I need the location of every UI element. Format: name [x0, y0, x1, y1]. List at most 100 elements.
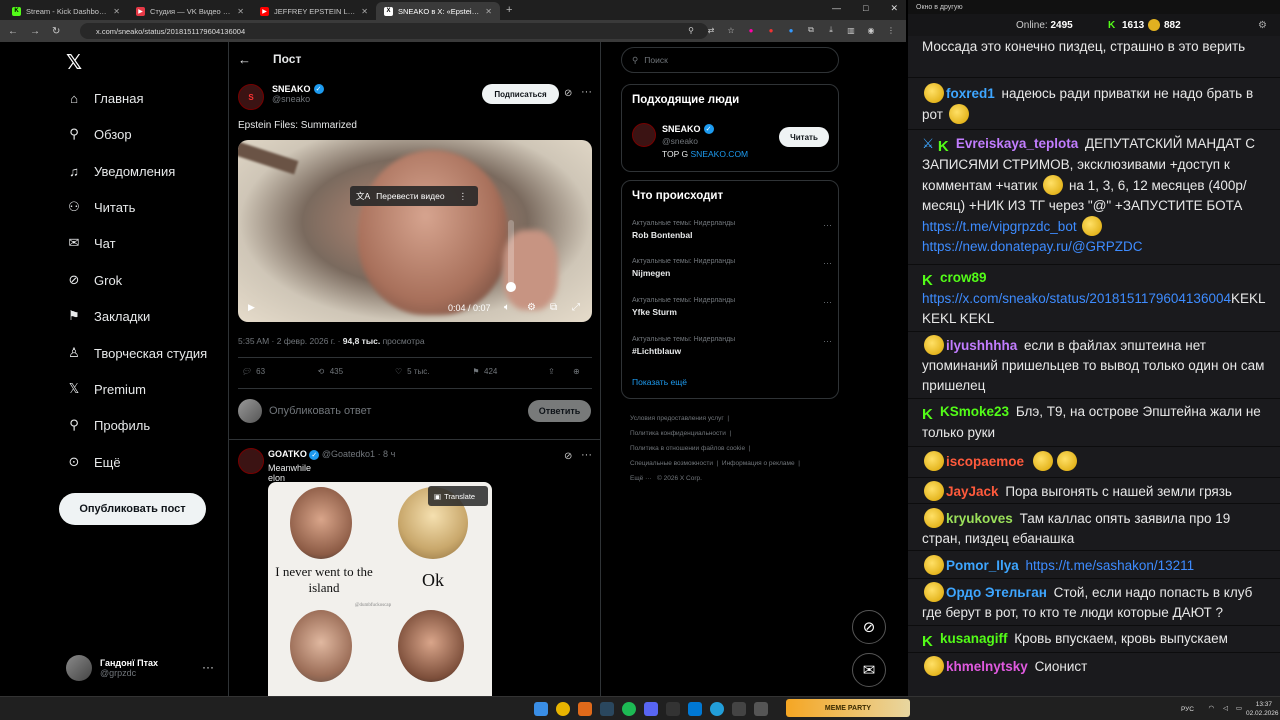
- meme-party-widget[interactable]: MEME PARTY: [786, 699, 910, 717]
- follow-button[interactable]: Читать: [779, 127, 829, 147]
- split-icon[interactable]: ▥: [846, 25, 856, 35]
- chat-username[interactable]: Evreiskaya_teplota: [956, 136, 1078, 151]
- start-menu-icon[interactable]: [534, 702, 548, 716]
- meme-image[interactable]: I never went to the island Ok @dumbfucko…: [268, 482, 492, 696]
- more-dots-icon[interactable]: ···: [202, 660, 214, 674]
- obs-icon[interactable]: [666, 702, 680, 716]
- chat-username[interactable]: ilyushhhha: [946, 338, 1017, 353]
- extension-icon[interactable]: ●: [766, 25, 776, 35]
- url-field[interactable]: x.com/sneako/status/2018151179604136004: [80, 23, 708, 39]
- repost-action[interactable]: ⟲ 435: [318, 367, 343, 376]
- bookmark-action[interactable]: ⚑ 424: [473, 367, 497, 376]
- reply-action[interactable]: 💬︎ 63: [241, 367, 265, 376]
- nav-creator-studio[interactable]: ♙ Творческая студия: [66, 345, 207, 361]
- tab-close-icon[interactable]: ✕: [237, 7, 244, 16]
- volume-knob[interactable]: [506, 282, 516, 292]
- explorer-icon[interactable]: [578, 702, 592, 716]
- show-more-link[interactable]: Показать ещё: [632, 377, 687, 387]
- footer-link[interactable]: Информация о рекламе: [722, 460, 795, 467]
- translate-video-button[interactable]: 文A Перевести видео ⋮: [350, 186, 478, 206]
- volume-icon[interactable]: 🔈︎: [504, 302, 510, 313]
- back-arrow-icon[interactable]: ←: [8, 26, 18, 37]
- search-input[interactable]: ⚲ Поиск: [621, 47, 839, 73]
- fullscreen-icon[interactable]: ⤢: [572, 302, 580, 313]
- app-icon[interactable]: [732, 702, 746, 716]
- chat-link[interactable]: https://t.me/vipgrpzdc_bot: [922, 219, 1077, 234]
- share-icon[interactable]: ⇪: [548, 367, 555, 376]
- chat-username[interactable]: iscopaemoe: [946, 454, 1024, 469]
- download-icon[interactable]: ⤓: [826, 25, 836, 35]
- like-action[interactable]: ♡ 5 тыс.: [395, 367, 429, 376]
- subscribe-button[interactable]: Подписаться: [482, 84, 559, 104]
- menu-icon[interactable]: ⋮: [886, 25, 896, 35]
- nav-profile[interactable]: ⚲ Профиль: [66, 417, 150, 433]
- discord-icon[interactable]: [644, 702, 658, 716]
- footer-link[interactable]: Политика конфиденциальности: [630, 430, 726, 437]
- footer-link[interactable]: Условия предоставления услуг: [630, 415, 724, 422]
- back-arrow-icon[interactable]: ←: [238, 52, 251, 67]
- settings-gear-icon[interactable]: ⚙: [1258, 20, 1267, 31]
- battery-icon[interactable]: ▭: [1236, 704, 1242, 713]
- more-dots-icon[interactable]: ···: [823, 220, 832, 230]
- chat-username[interactable]: kusanagiff: [940, 631, 1008, 646]
- trend-item[interactable]: Актуальные темы: Нидерланды Nijmegen ···: [632, 258, 832, 278]
- reply-composer[interactable]: Опубликовать ответ: [238, 399, 371, 423]
- footer-link[interactable]: Специальные возможности: [630, 460, 713, 467]
- pip-icon[interactable]: ⧉: [550, 302, 557, 313]
- reply-input[interactable]: Опубликовать ответ: [269, 405, 371, 417]
- new-tab-button[interactable]: +: [506, 4, 512, 16]
- volume-icon[interactable]: ◁: [1223, 704, 1228, 713]
- forward-arrow-icon[interactable]: →: [30, 26, 40, 37]
- grok-fab-icon[interactable]: ⊘: [852, 610, 886, 644]
- puzzle-icon[interactable]: ⧉: [806, 25, 816, 35]
- nav-notifications[interactable]: ♫ Уведомления: [66, 163, 175, 179]
- minimize-button[interactable]: —: [832, 3, 841, 14]
- maximize-button[interactable]: □: [863, 3, 868, 14]
- x-logo-icon[interactable]: 𝕏: [66, 50, 82, 75]
- nav-bookmarks[interactable]: ⚑ Закладки: [66, 308, 150, 324]
- tab-vk-studio[interactable]: ▶ Студия — VK Видео Live ✕: [128, 2, 252, 20]
- app-icon[interactable]: [688, 702, 702, 716]
- chat-username[interactable]: Pomor_Ilya: [946, 558, 1019, 573]
- footer-link[interactable]: Ещё ···: [630, 475, 652, 482]
- spotify-icon[interactable]: [622, 702, 636, 716]
- chat-link[interactable]: https://new.donatepay.ru/@GRPZDC: [922, 239, 1143, 254]
- nav-chat[interactable]: ✉ Чат: [66, 235, 116, 251]
- telegram-icon[interactable]: [710, 702, 724, 716]
- translate-image-button[interactable]: ▣ Translate: [428, 486, 488, 506]
- chat-username[interactable]: KSmoke23: [940, 404, 1009, 419]
- grok-icon[interactable]: ⊘: [564, 88, 572, 99]
- trend-item[interactable]: Актуальные темы: Нидерланды Yfke Sturm ···: [632, 297, 832, 317]
- video-player[interactable]: 文A Перевести видео ⋮ ▶ 0:04 / 0:07 🔈︎ ⚙ …: [238, 140, 592, 322]
- extension-icon[interactable]: ●: [786, 25, 796, 35]
- grok-icon[interactable]: ⊘: [564, 451, 572, 462]
- trend-item[interactable]: Актуальные темы: Нидерланды #Lichtblauw ··…: [632, 336, 832, 356]
- nav-grok[interactable]: ⊘ Grok: [66, 272, 123, 288]
- play-icon[interactable]: ▶: [248, 302, 255, 313]
- nav-home[interactable]: ⌂ Главная: [66, 90, 143, 106]
- more-dots-icon[interactable]: ···: [823, 336, 832, 346]
- post-timestamp[interactable]: 5:35 AM · 2 февр. 2026 г. ·: [238, 336, 340, 346]
- app-icon[interactable]: [754, 702, 768, 716]
- tab-close-icon[interactable]: ✕: [113, 7, 120, 16]
- tab-youtube-epstein[interactable]: ▶ JEFFREY EPSTEIN LAST INTERVI ✕: [252, 2, 376, 20]
- zoom-icon[interactable]: ⚲: [686, 25, 696, 35]
- reload-icon[interactable]: ↻: [52, 26, 60, 37]
- chat-username[interactable]: Ордо Этельган: [946, 585, 1047, 600]
- nav-more[interactable]: ⊙ Ещё: [66, 454, 121, 470]
- chrome-icon[interactable]: [556, 702, 570, 716]
- volume-slider[interactable]: [506, 220, 516, 292]
- chat-link[interactable]: https://t.me/sashakon/13211: [1026, 558, 1195, 573]
- translate-icon[interactable]: ⇄: [706, 25, 716, 35]
- more-dots-icon[interactable]: ···: [823, 297, 832, 307]
- messages-fab-icon[interactable]: ✉: [852, 653, 886, 687]
- steam-icon[interactable]: [600, 702, 614, 716]
- wifi-icon[interactable]: ◠: [1208, 704, 1214, 713]
- footer-link[interactable]: Политика в отношении файлов cookie: [630, 445, 745, 452]
- settings-gear-icon[interactable]: ⚙: [527, 302, 536, 313]
- trend-item[interactable]: Актуальные темы: Нидерланды Rob Bontenbal…: [632, 220, 832, 240]
- tab-kick-dashboard[interactable]: K Stream - Kick Dashboard ✕: [4, 2, 128, 20]
- reply-button[interactable]: Ответить: [528, 400, 591, 422]
- chat-link[interactable]: https://x.com/sneako/status/201815117960…: [922, 291, 1231, 306]
- more-dots-icon[interactable]: ···: [823, 258, 832, 268]
